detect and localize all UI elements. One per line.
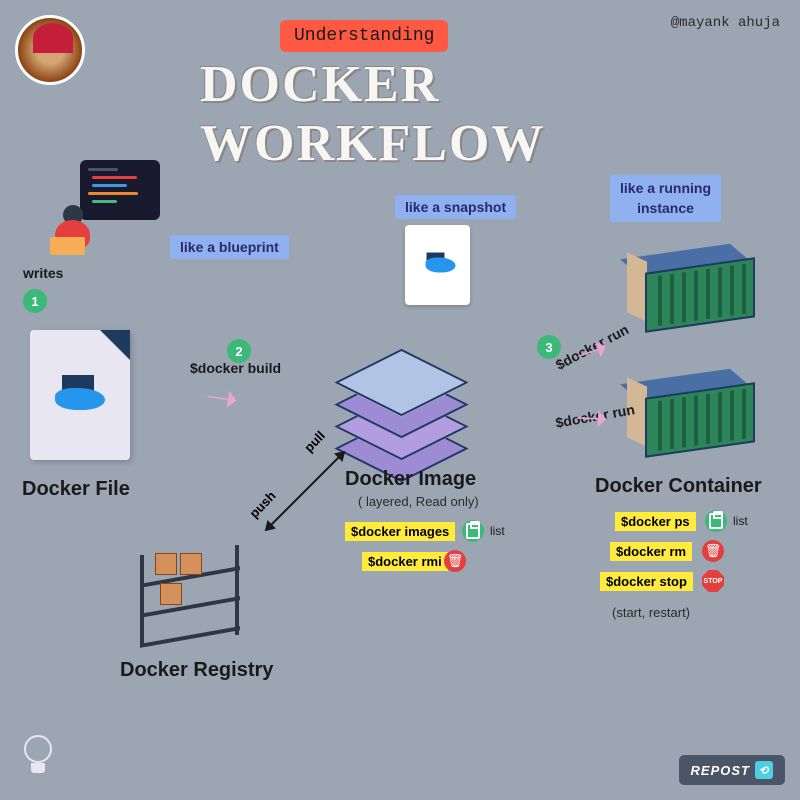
author-avatar (15, 15, 85, 85)
container-one-icon (625, 245, 765, 335)
repost-icon: ⟲ (755, 761, 773, 779)
docker-image-label: Docker Image (345, 468, 476, 491)
list-icon (462, 520, 484, 542)
repost-badge: REPOST ⟲ (679, 755, 785, 785)
list-text: list (490, 524, 505, 538)
cmd-docker-images: $docker images (345, 522, 455, 541)
cmd-docker-ps: $docker ps (615, 512, 696, 531)
arrow-build-icon: ➝ (202, 373, 242, 423)
repost-text: REPOST (691, 763, 750, 778)
container-sublabel: (start, restart) (612, 605, 690, 620)
tag-running-instance: like a running instance (610, 175, 721, 222)
developer-illustration (40, 160, 160, 260)
cmd-docker-stop: $docker stop (600, 572, 693, 591)
docker-whale-icon (50, 375, 110, 415)
image-sublabel: ( layered, Read only) (358, 494, 479, 509)
mini-whale-icon (420, 253, 455, 278)
cmd-docker-rm: $docker rm (610, 542, 692, 561)
tag-blueprint: like a blueprint (170, 235, 289, 259)
delete-icon: 🗑 (702, 540, 724, 562)
person-icon (45, 205, 100, 260)
list-text: list (733, 514, 748, 528)
docker-image-layers-icon (342, 335, 462, 455)
docker-registry-icon (130, 545, 250, 645)
list-icon (705, 510, 727, 532)
main-title: DOCKER WORKFLOW (200, 55, 600, 173)
docker-registry-label: Docker Registry (120, 659, 273, 682)
container-two-icon (625, 370, 765, 460)
cmd-docker-rmi: $docker rmi (362, 552, 448, 571)
dockerfile-icon (30, 330, 130, 460)
delete-icon: 🗑 (444, 550, 466, 572)
attribution-text: @mayank ahuja (671, 15, 780, 31)
tag-snapshot: like a snapshot (395, 195, 516, 219)
docker-container-label: Docker Container (595, 475, 762, 498)
arrow-run-two-icon: ➝ (574, 394, 609, 441)
dockerfile-label: Docker File (22, 478, 130, 501)
writes-label: writes (23, 265, 63, 281)
cmd-docker-build: $docker build (190, 360, 281, 376)
snapshot-polaroid-icon (405, 225, 470, 305)
subtitle-badge: Understanding (280, 20, 448, 52)
lightbulb-icon (20, 735, 55, 780)
step-one-badge: 1 (23, 289, 47, 313)
stop-icon: STOP (702, 570, 724, 592)
